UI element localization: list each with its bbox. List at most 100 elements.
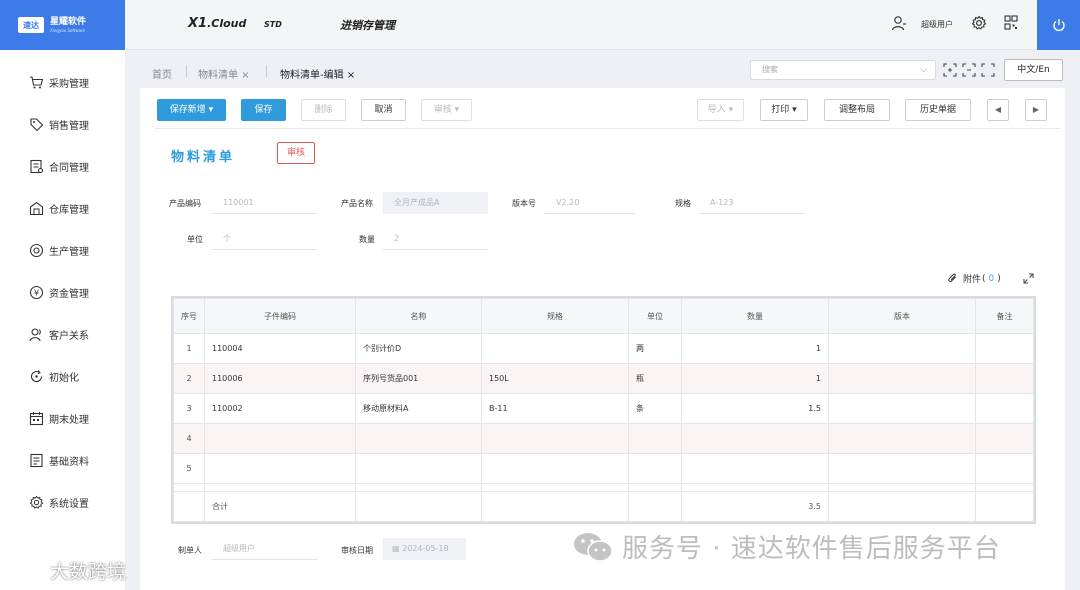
prev-record-button[interactable]: ◀ [987, 99, 1009, 121]
cell-code[interactable]: 110004 [204, 333, 356, 364]
print-button[interactable]: 打印 ▾ [760, 99, 808, 121]
table-row[interactable]: 3 110002 移动原材料A B-11 条 1.5 [173, 393, 1034, 424]
sidebar-item-production[interactable]: 生产管理 [29, 242, 89, 258]
sidebar-item-period-end[interactable]: 期末处理 [29, 410, 89, 426]
cell-name[interactable] [355, 423, 482, 454]
settings-icon [29, 495, 44, 509]
cell-unit[interactable] [628, 453, 682, 484]
cell-spec[interactable] [481, 453, 629, 484]
cell-code[interactable]: 110006 [204, 363, 356, 394]
brand-mark: 速达 [18, 17, 44, 33]
logout-button[interactable] [1037, 0, 1080, 50]
audit-date-field[interactable]: ▦ 2024-05-18 [383, 538, 466, 560]
cell-note[interactable] [975, 423, 1034, 454]
table-row[interactable]: 4 [173, 423, 1034, 454]
close-icon[interactable]: × [241, 70, 249, 81]
cell-spec[interactable] [481, 333, 629, 364]
cell-unit[interactable]: 瓶 [628, 363, 682, 394]
cell-code[interactable] [204, 453, 356, 484]
column-header: 规格 [481, 298, 629, 334]
quantity-field[interactable]: 2 [383, 228, 488, 250]
sidebar-item-contract[interactable]: 合同管理 [29, 158, 89, 174]
cell-note[interactable] [975, 453, 1034, 484]
save-button[interactable]: 保存 [241, 99, 286, 121]
adjust-layout-button[interactable]: 调整布局 [824, 99, 890, 121]
sidebar-item-basic-data[interactable]: 基础资料 [29, 452, 89, 468]
tag-icon [30, 117, 44, 131]
cell-name[interactable]: 序列号货品001 [355, 363, 482, 394]
product-code-field[interactable]: 110001 [212, 192, 317, 214]
cell-unit[interactable]: 条 [628, 393, 682, 424]
cell-qty[interactable]: 1 [681, 333, 829, 364]
qr-code-icon[interactable] [1004, 15, 1018, 31]
gear-icon[interactable] [971, 15, 987, 31]
table-row[interactable]: 1 110004 个别计价D 两 1 [173, 333, 1034, 364]
tab-home[interactable]: 首页 [152, 66, 172, 81]
table-row[interactable]: 5 [173, 453, 1034, 484]
cell-note[interactable] [975, 333, 1034, 364]
cell-note[interactable] [975, 393, 1034, 424]
cell-unit[interactable] [628, 423, 682, 454]
wechat-icon [574, 532, 613, 562]
cell-qty[interactable] [681, 453, 829, 484]
import-button[interactable]: 导入 ▾ [697, 99, 744, 121]
sidebar-item-settings[interactable]: 系统设置 [29, 494, 89, 510]
tab-bom-list[interactable]: 物料清单 × [198, 66, 250, 81]
attachment-link[interactable]: 附件(0) [947, 272, 1001, 285]
sidebar-item-warehouse[interactable]: 仓库管理 [29, 200, 89, 216]
fullscreen-icon[interactable] [943, 63, 957, 77]
expand-icon[interactable] [981, 63, 995, 77]
current-user[interactable]: 超级用户 [921, 19, 953, 30]
next-record-button[interactable]: ▶ [1025, 99, 1047, 121]
search-input[interactable]: 搜索 ⌵ [750, 60, 936, 80]
cell-qty[interactable] [681, 423, 829, 454]
tab-bom-edit[interactable]: 物料清单-编辑 × [280, 66, 355, 81]
product-name-field[interactable]: 全月产成品A [383, 192, 488, 214]
cell-name[interactable]: 移动原材料A [355, 393, 482, 424]
brand-logo[interactable]: 速达 星耀软件 Xingyao Software [0, 0, 125, 50]
language-button[interactable]: 中文/En [1004, 59, 1063, 81]
cell-version[interactable] [828, 393, 976, 424]
cell-no: 1 [173, 333, 205, 364]
cell-spec[interactable]: 150L [481, 363, 629, 394]
cell-code[interactable]: 110002 [204, 393, 356, 424]
watermark: 服务号 · 速达软件售后服务平台 [572, 528, 1001, 565]
user-icon[interactable] [891, 15, 907, 31]
table-row[interactable]: 2 110006 序列号货品001 150L 瓶 1 [173, 363, 1034, 394]
sidebar-item-finance[interactable]: ¥ 资金管理 [29, 284, 89, 300]
spec-field[interactable]: A-123 [699, 192, 805, 214]
fit-screen-icon[interactable] [962, 63, 976, 77]
sidebar-item-label: 期末处理 [49, 414, 89, 426]
cell-note[interactable] [975, 363, 1034, 394]
delete-button[interactable]: 删除 [301, 99, 346, 121]
cell-version[interactable] [828, 333, 976, 364]
version-field[interactable]: V2.20 [545, 192, 635, 214]
maker-field[interactable]: 超级用户 [212, 538, 317, 560]
unit-field[interactable]: 个 [212, 228, 317, 250]
cell-qty[interactable]: 1.5 [681, 393, 829, 424]
history-button[interactable]: 历史单据 [905, 99, 971, 121]
cell-name[interactable]: 个别计价D [355, 333, 482, 364]
audit-button[interactable]: 审核 ▾ [421, 99, 472, 121]
sidebar-item-init[interactable]: 初始化 [29, 368, 79, 384]
cell-qty[interactable]: 1 [681, 363, 829, 394]
cell-code[interactable] [204, 423, 356, 454]
maker-label: 制单人 [178, 546, 202, 555]
column-header: 数量 [681, 298, 829, 334]
cell-version[interactable] [828, 453, 976, 484]
cell-version[interactable] [828, 363, 976, 394]
expand-table-icon[interactable] [1023, 273, 1034, 284]
cell-spec[interactable]: B-11 [481, 393, 629, 424]
cell-spec[interactable] [481, 423, 629, 454]
column-header: 序号 [173, 298, 205, 334]
cell-name[interactable] [355, 453, 482, 484]
cell-unit[interactable]: 两 [628, 333, 682, 364]
save-new-button[interactable]: 保存新增 ▾ [157, 99, 226, 121]
watermark-left: 大数跨境 [8, 557, 126, 584]
sidebar-item-purchase[interactable]: 采购管理 [29, 74, 89, 90]
close-icon[interactable]: × [347, 70, 355, 81]
sidebar-item-customer[interactable]: 客户关系 [29, 326, 89, 342]
cancel-button[interactable]: 取消 [361, 99, 406, 121]
sidebar-item-sales[interactable]: 销售管理 [29, 116, 89, 132]
cell-version[interactable] [828, 423, 976, 454]
